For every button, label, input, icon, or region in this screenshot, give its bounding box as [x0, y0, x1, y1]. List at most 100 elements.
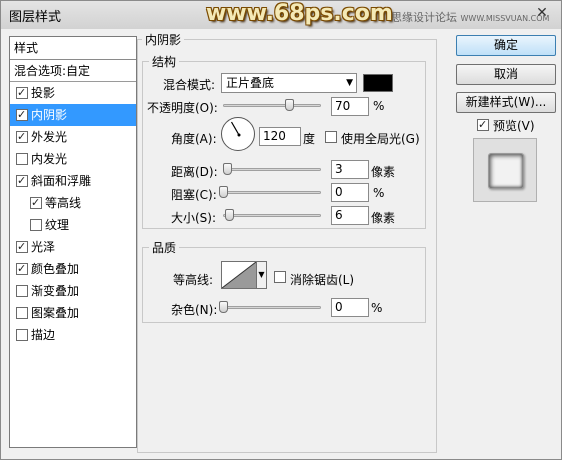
style-checkbox[interactable]: [16, 131, 28, 143]
style-checkbox[interactable]: [16, 329, 28, 341]
style-checkbox[interactable]: [16, 307, 28, 319]
shadow-color-swatch[interactable]: [363, 74, 393, 92]
new-style-button[interactable]: 新建样式(W)...: [456, 92, 556, 113]
style-items: 投影内阴影外发光内发光斜面和浮雕等高线纹理光泽颜色叠加渐变叠加图案叠加描边: [10, 82, 136, 346]
noise-unit: %: [371, 301, 383, 315]
style-list-item[interactable]: 图案叠加: [10, 302, 136, 324]
style-list-item[interactable]: 纹理: [10, 214, 136, 236]
style-list-item[interactable]: 等高线: [10, 192, 136, 214]
choke-unit: %: [373, 186, 385, 200]
opacity-unit: %: [373, 99, 385, 113]
style-checkbox[interactable]: [16, 153, 28, 165]
cancel-button[interactable]: 取消: [456, 64, 556, 85]
size-input[interactable]: 6: [331, 206, 369, 225]
size-slider-track: [223, 214, 321, 217]
noise-label: 杂色(N):: [171, 303, 218, 317]
window-title: 图层样式: [9, 10, 62, 25]
watermark-right: 思缘设计论坛 WWW.MISSVUAN.COM: [391, 9, 549, 25]
style-list-item-label: 描边: [31, 328, 56, 342]
style-list-item-label: 外发光: [31, 130, 68, 144]
close-button[interactable]: ✕: [532, 5, 552, 23]
style-list-item[interactable]: 描边: [10, 324, 136, 346]
preview-checkbox[interactable]: [477, 119, 489, 131]
distance-unit: 像素: [371, 165, 396, 179]
distance-input[interactable]: 3: [331, 160, 369, 179]
noise-slider-thumb[interactable]: [219, 301, 228, 313]
noise-input[interactable]: 0: [331, 298, 369, 317]
size-slider-thumb[interactable]: [225, 209, 234, 221]
style-list-item[interactable]: 投影: [10, 82, 136, 104]
style-checkbox[interactable]: [30, 197, 42, 209]
noise-slider[interactable]: [219, 301, 321, 313]
style-list: 样式 混合选项:自定 投影内阴影外发光内发光斜面和浮雕等高线纹理光泽颜色叠加渐变…: [9, 36, 137, 448]
choke-input[interactable]: 0: [331, 183, 369, 202]
style-list-item-label: 渐变叠加: [31, 284, 80, 298]
style-checkbox[interactable]: [16, 87, 28, 99]
angle-dial-needle: [230, 121, 241, 137]
preview-label: 预览(V): [493, 119, 535, 133]
blend-options-item[interactable]: 混合选项:自定: [10, 60, 136, 82]
chevron-down-icon: ▼: [346, 78, 353, 88]
style-list-item[interactable]: 斜面和浮雕: [10, 170, 136, 192]
style-checkbox[interactable]: [16, 241, 28, 253]
title-bar: 图层样式 www.68ps.com 思缘设计论坛 WWW.MISSVUAN.CO…: [1, 1, 561, 29]
global-light-label: 使用全局光(G): [341, 132, 420, 146]
style-list-item-label: 光泽: [31, 240, 56, 254]
contour-label: 等高线:: [173, 273, 214, 287]
opacity-input[interactable]: 70: [331, 97, 369, 116]
angle-input[interactable]: 120: [259, 127, 301, 146]
style-checkbox[interactable]: [16, 109, 28, 121]
opacity-slider-track: [223, 104, 321, 107]
contour-picker[interactable]: [221, 261, 257, 289]
choke-slider-track: [219, 191, 321, 194]
style-list-item-label: 颜色叠加: [31, 262, 80, 276]
distance-slider[interactable]: [223, 163, 321, 175]
ok-button[interactable]: 确定: [456, 35, 556, 56]
choke-label: 阻塞(C):: [171, 188, 217, 202]
watermark-right-cn: 思缘设计论坛: [391, 11, 457, 24]
inner-shadow-title: 内阴影: [142, 31, 185, 48]
angle-unit: 度: [303, 132, 316, 146]
style-checkbox[interactable]: [16, 263, 28, 275]
distance-slider-thumb[interactable]: [223, 163, 232, 175]
style-list-item[interactable]: 光泽: [10, 236, 136, 258]
angle-dial[interactable]: [221, 117, 255, 151]
style-list-header[interactable]: 样式: [10, 37, 136, 60]
distance-slider-track: [223, 168, 321, 171]
style-list-item-label: 斜面和浮雕: [31, 174, 92, 188]
blend-mode-select[interactable]: 正片叠底 ▼: [221, 73, 357, 93]
antialias-label: 消除锯齿(L): [290, 273, 355, 287]
chevron-down-icon: ▼: [258, 270, 265, 279]
style-list-item[interactable]: 内发光: [10, 148, 136, 170]
style-checkbox[interactable]: [16, 175, 28, 187]
style-preview: [473, 138, 537, 202]
quality-title: 品质: [149, 239, 180, 256]
size-label: 大小(S):: [171, 211, 217, 225]
style-list-item-label: 纹理: [45, 218, 70, 232]
contour-curve-icon: [221, 261, 257, 289]
style-list-item-label: 等高线: [45, 196, 82, 210]
choke-slider[interactable]: [219, 186, 321, 198]
style-list-item[interactable]: 颜色叠加: [10, 258, 136, 280]
angle-label: 角度(A):: [171, 132, 217, 146]
blend-mode-label: 混合模式:: [163, 78, 216, 92]
opacity-slider[interactable]: [223, 99, 321, 111]
size-slider[interactable]: [223, 209, 321, 221]
distance-label: 距离(D):: [171, 165, 218, 179]
style-list-item[interactable]: 内阴影: [10, 104, 136, 126]
style-checkbox[interactable]: [30, 219, 42, 231]
layer-style-dialog: 图层样式 www.68ps.com 思缘设计论坛 WWW.MISSVUAN.CO…: [0, 0, 562, 460]
opacity-slider-thumb[interactable]: [285, 99, 294, 111]
style-checkbox[interactable]: [16, 285, 28, 297]
opacity-label: 不透明度(O):: [147, 101, 218, 115]
antialias-checkbox[interactable]: [274, 271, 286, 283]
style-list-item-label: 内发光: [31, 152, 68, 166]
choke-slider-thumb[interactable]: [219, 186, 228, 198]
style-list-item[interactable]: 外发光: [10, 126, 136, 148]
style-list-item-label: 内阴影: [31, 108, 68, 122]
global-light-checkbox[interactable]: [325, 131, 337, 143]
watermark: www.68ps.com: [206, 1, 393, 26]
contour-dropdown[interactable]: ▼: [256, 261, 267, 289]
style-list-item-label: 投影: [31, 86, 56, 100]
style-list-item[interactable]: 渐变叠加: [10, 280, 136, 302]
